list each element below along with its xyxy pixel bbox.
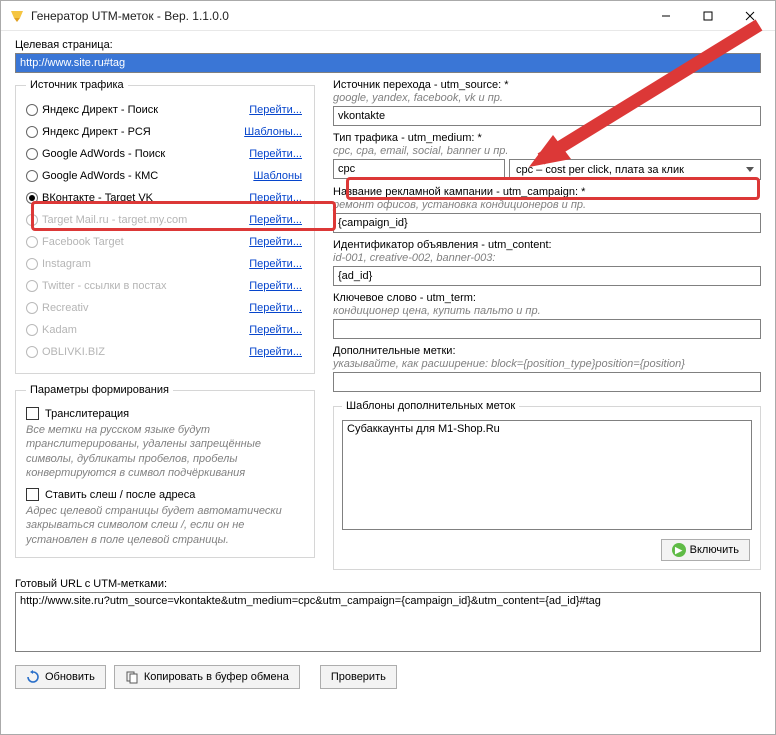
source-label-3: Google AdWords - КМС [42,170,253,182]
target-page-label: Целевая страница: [15,39,761,51]
play-icon: ▶ [672,543,686,557]
source-label-8: Twitter - ссылки в постах [42,280,249,292]
source-row-1: Яндекс Директ - РСЯШаблоны... [26,121,304,143]
source-radio-2[interactable] [26,148,38,160]
slash-hint: Адрес целевой страницы будет автоматичес… [26,504,304,547]
content-input[interactable] [333,266,761,286]
enable-button[interactable]: ▶ Включить [661,539,750,561]
source-link-6[interactable]: Перейти... [249,236,302,248]
source-radio-8 [26,280,38,292]
ready-url-label: Готовый URL с UTM-метками: [15,578,761,590]
source-label-4: ВКонтакте - Target VK [42,192,249,204]
source-hint: google, yandex, facebook, vk и пр. [333,92,761,104]
source-link-0[interactable]: Перейти... [249,104,302,116]
ready-url-textarea[interactable]: http://www.site.ru?utm_source=vkontakte&… [15,592,761,652]
term-hint: кондиционер цена, купить пальто и пр. [333,305,761,317]
content-label: Идентификатор объявления - utm_content: [333,239,761,251]
source-row-0: Яндекс Директ - ПоискПерейти... [26,99,304,121]
source-row-5: Target Mail.ru - target.my.comПерейти... [26,209,304,231]
source-radio-4[interactable] [26,192,38,204]
titlebar: Генератор UTM-меток - Вер. 1.1.0.0 [1,1,775,31]
source-link-5[interactable]: Перейти... [249,214,302,226]
source-label-1: Яндекс Директ - РСЯ [42,126,244,138]
templates-group: Шаблоны дополнительных меток Субаккаунты… [333,400,761,570]
source-radio-6 [26,236,38,248]
source-row-11: OBLIVKI.BIZПерейти... [26,341,304,363]
check-button[interactable]: Проверить [320,665,397,689]
medium-label: Тип трафика - utm_medium: * [333,132,761,144]
window-title: Генератор UTM-меток - Вер. 1.1.0.0 [31,9,645,23]
content-hint: id-001, creative-002, banner-003: [333,252,761,264]
translit-checkbox[interactable] [26,407,39,420]
source-row-9: RecreativПерейти... [26,297,304,319]
source-row-2: Google AdWords - ПоискПерейти... [26,143,304,165]
source-link-10[interactable]: Перейти... [249,324,302,336]
source-link-2[interactable]: Перейти... [249,148,302,160]
source-radio-0[interactable] [26,104,38,116]
traffic-source-group: Источник трафика Яндекс Директ - ПоискПе… [15,79,315,374]
source-label-9: Recreativ [42,302,249,314]
source-label-6: Facebook Target [42,236,249,248]
params-legend: Параметры формирования [26,384,173,396]
source-label-10: Kadam [42,324,249,336]
term-label: Ключевое слово - utm_term: [333,292,761,304]
source-radio-5 [26,214,38,226]
slash-label: Ставить слеш / после адреса [45,489,195,501]
source-link-4[interactable]: Перейти... [249,192,302,204]
source-row-6: Facebook TargetПерейти... [26,231,304,253]
minimize-button[interactable] [645,2,687,30]
extra-hint: указывайте, как расширение: block={posit… [333,358,761,370]
source-row-7: InstagramПерейти... [26,253,304,275]
source-row-8: Twitter - ссылки в постахПерейти... [26,275,304,297]
extra-input[interactable] [333,372,761,392]
medium-hint: cpc, cpa, email, social, banner и пр. [333,145,761,157]
source-link-8[interactable]: Перейти... [249,280,302,292]
slash-checkbox[interactable] [26,488,39,501]
refresh-button[interactable]: Обновить [15,665,106,689]
source-row-4: ВКонтакте - Target VKПерейти... [26,187,304,209]
app-icon [9,8,25,24]
target-page-input[interactable]: http://www.site.ru#tag [15,53,761,73]
templates-textarea[interactable]: Субаккаунты для M1-Shop.Ru [342,420,752,530]
source-radio-9 [26,302,38,314]
source-label-5: Target Mail.ru - target.my.com [42,214,249,226]
source-radio-11 [26,346,38,358]
params-group: Параметры формирования Транслитерация Вс… [15,384,315,558]
copy-icon [125,670,139,684]
campaign-input[interactable] [333,213,761,233]
source-label-11: OBLIVKI.BIZ [42,346,249,358]
close-button[interactable] [729,2,771,30]
translit-hint: Все метки на русском языке будут трансли… [26,423,304,480]
source-radio-7 [26,258,38,270]
extra-label: Дополнительные метки: [333,345,761,357]
source-label-2: Google AdWords - Поиск [42,148,249,160]
maximize-button[interactable] [687,2,729,30]
source-label-7: Instagram [42,258,249,270]
source-radio-10 [26,324,38,336]
source-input[interactable] [333,106,761,126]
source-link-1[interactable]: Шаблоны... [244,126,302,138]
source-label-0: Яндекс Директ - Поиск [42,104,249,116]
medium-select[interactable]: cpc – cost per click, плата за клик [509,159,761,180]
source-radio-3[interactable] [26,170,38,182]
source-row-3: Google AdWords - КМСШаблоны [26,165,304,187]
copy-button[interactable]: Копировать в буфер обмена [114,665,300,689]
source-link-11[interactable]: Перейти... [249,346,302,358]
templates-legend: Шаблоны дополнительных меток [342,400,519,412]
source-label: Источник перехода - utm_source: * [333,79,761,91]
source-radio-1[interactable] [26,126,38,138]
translit-label: Транслитерация [45,408,129,420]
medium-input[interactable] [333,159,505,179]
source-link-7[interactable]: Перейти... [249,258,302,270]
source-link-3[interactable]: Шаблоны [253,170,302,182]
source-row-10: KadamПерейти... [26,319,304,341]
campaign-hint: ремонт офисов, установка кондиционеров и… [333,199,761,211]
refresh-icon [26,670,40,684]
term-input[interactable] [333,319,761,339]
traffic-source-legend: Источник трафика [26,79,128,91]
source-link-9[interactable]: Перейти... [249,302,302,314]
campaign-label: Название рекламной кампании - utm_campai… [333,186,761,198]
